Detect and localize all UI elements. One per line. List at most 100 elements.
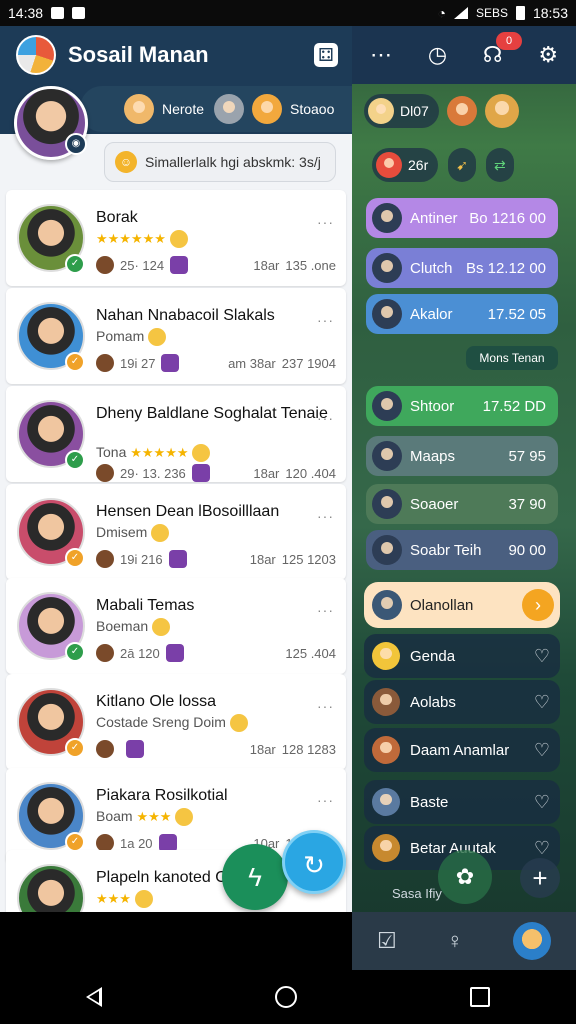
more-icon[interactable]: ···: [317, 602, 334, 618]
leaderboard-pill[interactable]: Antiner Bo 1216 00: [366, 198, 558, 238]
feed-sub: Pomam: [96, 328, 145, 344]
side-list-row[interactable]: Aolabs ♡: [364, 680, 560, 724]
feed-meta: 29· 13. 236 18ar 120 .404: [96, 464, 336, 482]
game-fab[interactable]: ✿: [438, 850, 492, 904]
feed-left: 2ā 120: [120, 645, 160, 661]
highlighted-item[interactable]: Olanollan ›: [364, 582, 560, 628]
screen: 14:38 ◔ SEBS 18:53 Sosail Manan ⚃ Nerote…: [0, 0, 576, 1024]
feed-card[interactable]: ✓ Dheny Baldlane Soghalat Tenaie Tona ★★★★…: [6, 386, 346, 482]
row-avatar: [372, 788, 400, 816]
sticker-icon[interactable]: [126, 740, 144, 758]
side-list-row[interactable]: Genda ♡: [364, 634, 560, 678]
refresh-fab[interactable]: ↻: [282, 830, 346, 894]
trophy-icon[interactable]: ♀: [447, 928, 464, 954]
leaderboard-pill[interactable]: Soabr Teih 90 00: [366, 530, 558, 570]
story-avatar-2[interactable]: [214, 94, 244, 124]
sticker-icon[interactable]: [161, 354, 180, 372]
user-chip[interactable]: Dl07: [364, 94, 439, 128]
leaderboard-pill[interactable]: Clutch Bs 12.12 00: [366, 248, 558, 288]
reaction-icon[interactable]: [96, 740, 114, 758]
score-avatar: [376, 152, 402, 178]
home-button-icon[interactable]: [274, 986, 297, 1008]
friend-avatar-2[interactable]: [484, 94, 519, 128]
row-label: Genda: [410, 647, 456, 665]
heart-icon[interactable]: ♡: [534, 792, 550, 813]
more-icon[interactable]: ···: [317, 792, 334, 808]
lightning-fab[interactable]: ϟ: [222, 844, 288, 910]
my-avatar-icon[interactable]: [513, 922, 552, 960]
boost-icon[interactable]: ➹: [448, 148, 476, 182]
status-prompt-pill[interactable]: ☺ Simallerlalk hgi abskmk: 3s/j: [104, 142, 336, 182]
heart-icon[interactable]: ♡: [534, 646, 550, 667]
leaderboard-pill[interactable]: Soaoer 37 90: [366, 484, 558, 524]
back-icon[interactable]: [86, 987, 103, 1007]
more-icon[interactable]: ···: [317, 410, 334, 426]
sticker-icon[interactable]: [170, 256, 189, 274]
feed-card[interactable]: ✓ Mabali Temas Boeman 2ā 120 125 .404 ···: [6, 578, 346, 674]
feed-right: 237 1904: [281, 355, 336, 371]
recents-icon[interactable]: [469, 987, 490, 1007]
more-icon[interactable]: ···: [317, 214, 334, 230]
more-icon[interactable]: ···: [317, 698, 334, 714]
heart-icon[interactable]: ♡: [534, 838, 550, 859]
feed-subline: Costade Sreng Doim: [96, 714, 248, 733]
more-icon[interactable]: ···: [317, 312, 334, 328]
more-icon[interactable]: ···: [317, 508, 334, 524]
score-chip[interactable]: 26r: [372, 148, 439, 182]
feed-stars: ★★★: [136, 809, 172, 824]
chevron-right-icon[interactable]: ›: [522, 589, 554, 621]
feed-name: Kitlano Ole lossa: [96, 693, 217, 710]
pill-avatar: [372, 489, 402, 519]
leaderboard-pill[interactable]: Maaps 57 95: [366, 436, 558, 476]
feed-sub: Boam: [96, 808, 133, 824]
story-strip: Nerote Stoaoo: [80, 86, 352, 132]
add-button[interactable]: +: [520, 858, 560, 898]
reaction-icon[interactable]: [96, 354, 114, 372]
reaction-icon[interactable]: [96, 644, 114, 662]
leaderboard-pill[interactable]: Akalor 17.52 05: [366, 294, 558, 334]
signal-icon: [453, 7, 468, 19]
feed-badge-icon: ✓: [65, 450, 85, 470]
sticker-icon[interactable]: [191, 464, 210, 482]
sticker-icon[interactable]: [165, 644, 184, 662]
reaction-icon[interactable]: [96, 464, 114, 482]
leaderboard-pill[interactable]: Shtoor 17.52 DD: [366, 386, 558, 426]
dice-icon[interactable]: ⚃: [314, 43, 338, 67]
feed-stars: ★★★: [96, 891, 131, 906]
feed-avatar[interactable]: [17, 864, 85, 912]
side-list-row[interactable]: Baste ♡: [364, 780, 560, 824]
pill-label: Soabr Teih: [410, 541, 482, 559]
clock-icon[interactable]: ◷: [428, 42, 447, 68]
reaction-icon[interactable]: [96, 550, 114, 568]
my-profile-avatar[interactable]: ◉: [14, 86, 88, 160]
pill-value: 90 00: [508, 541, 546, 559]
heart-icon[interactable]: ♡: [534, 692, 550, 713]
heart-icon[interactable]: ♡: [534, 740, 550, 761]
pill-avatar: [372, 535, 402, 565]
chip-label: Dl07: [400, 103, 429, 119]
pill-avatar: [372, 203, 402, 233]
app-logo[interactable]: [16, 35, 56, 75]
sticker-icon[interactable]: [168, 550, 187, 568]
battery-icon: [515, 6, 525, 20]
feed-card[interactable]: ✓ Borak ★★★★★★ 25· 124 18ar 135 .one ···: [6, 190, 346, 286]
friend-avatar-1[interactable]: [446, 96, 477, 126]
feed-card[interactable]: ✓ Kitlano Ole lossa Costade Sreng Doim 18a…: [6, 674, 346, 770]
story-avatar-1[interactable]: [124, 94, 154, 124]
feed-right: 125 1203: [281, 551, 336, 567]
feed-left: 19i 216: [120, 551, 163, 567]
tasks-icon[interactable]: ☑: [377, 928, 397, 954]
bookmark-icon: [72, 7, 86, 19]
side-list-row[interactable]: Daam Anamlar ♡: [364, 728, 560, 772]
feed-card[interactable]: ✓ Nahan Nnabacoil Slakals Pomam 19i 27 am 3…: [6, 288, 346, 384]
settings-icon[interactable]: ⚙: [538, 42, 558, 68]
side-bottom-nav: ☑ ♀: [352, 912, 576, 970]
swap-icon[interactable]: ⇄: [485, 148, 514, 182]
camera-icon[interactable]: ◉: [65, 133, 87, 155]
feed-stars: ★★★★★★: [96, 231, 166, 246]
feed-meta: 2ā 120 125 .404: [96, 644, 336, 662]
more-icon[interactable]: ⋯: [370, 42, 392, 68]
feed-card[interactable]: ✓ Hensen Dean lBosoilllaan Dmisem 19i 216 1…: [6, 484, 346, 580]
story-avatar-3[interactable]: [252, 94, 282, 124]
reaction-icon[interactable]: [96, 256, 114, 274]
